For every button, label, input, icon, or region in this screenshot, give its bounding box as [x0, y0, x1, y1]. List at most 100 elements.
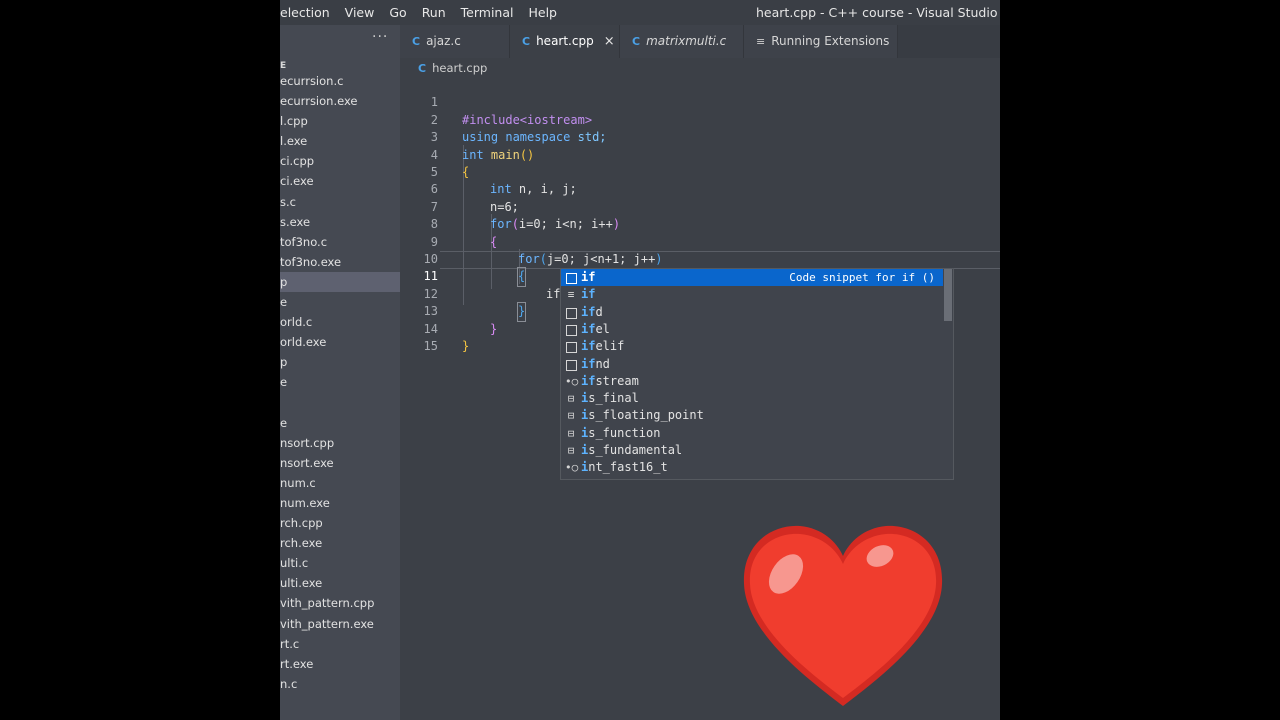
code-line: 11 if: [400, 251, 1000, 304]
close-icon[interactable]: ×: [604, 25, 615, 58]
suggestion-item[interactable]: ≡ if: [561, 286, 943, 303]
snippet-icon: [566, 359, 577, 371]
suggestion-match: if: [581, 339, 596, 354]
suggestion-item[interactable]: if Code snippet for if (): [561, 269, 943, 287]
menu-view[interactable]: View: [345, 5, 375, 20]
tab-running-extensions[interactable]: ≡ Running Extensions: [744, 25, 898, 58]
file-item[interactable]: p: [280, 352, 400, 372]
title-bar: election View Go Run Terminal Help heart…: [280, 0, 1000, 25]
explorer-sidebar: ··· E ecurrsion.c ecurrsion.exe l.cpp l.…: [280, 25, 400, 720]
code-text: }: [462, 339, 470, 353]
file-item[interactable]: ci.exe: [280, 171, 400, 191]
file-item[interactable]: ulti.exe: [280, 573, 400, 593]
code-line: 4 {: [400, 129, 1000, 179]
file-item[interactable]: s.c: [280, 192, 400, 212]
file-item-selected[interactable]: p: [280, 271, 400, 293]
file-tree: ecurrsion.c ecurrsion.exe l.cpp l.exe ci…: [280, 71, 400, 694]
suggestion-rest: elif: [595, 339, 625, 354]
file-item[interactable]: rt.c: [280, 634, 400, 654]
snippet-icon: [566, 273, 577, 284]
suggestion-match: if: [581, 304, 596, 319]
c-file-icon: C: [412, 35, 421, 48]
menu-help[interactable]: Help: [528, 5, 557, 20]
suggestion-rest: s_floating_point: [588, 408, 704, 423]
suggestion-match: if: [581, 373, 596, 388]
variable-icon: •○: [565, 461, 579, 475]
file-item[interactable]: ulti.c: [280, 553, 400, 573]
file-item[interactable]: ecurrsion.c: [280, 71, 400, 91]
struct-icon: ⊟: [567, 409, 575, 423]
suggestion-item[interactable]: •○ ifstream: [561, 373, 943, 390]
file-item[interactable]: rch.exe: [280, 533, 400, 553]
tab-heart-cpp[interactable]: C heart.cpp ×: [510, 25, 620, 58]
file-item[interactable]: nsort.exe: [280, 453, 400, 473]
menu-run[interactable]: Run: [422, 5, 446, 20]
file-item[interactable]: rch.cpp: [280, 513, 400, 533]
file-item[interactable]: s.exe: [280, 212, 400, 232]
file-item[interactable]: e: [280, 292, 400, 312]
suggestion-item[interactable]: ⊟ is_function: [561, 425, 943, 442]
code-line: 7 for(i=0; i<n; i++): [400, 181, 1000, 231]
suggestion-item[interactable]: ifnd: [561, 356, 943, 373]
file-item[interactable]: l.cpp: [280, 111, 400, 131]
variable-icon: •○: [565, 374, 579, 388]
file-item[interactable]: vith_pattern.cpp: [280, 593, 400, 613]
code-line: 1 #include<iostream>: [400, 77, 1000, 126]
cpp-file-icon: C: [418, 61, 427, 75]
file-item[interactable]: l.exe: [280, 131, 400, 151]
file-item[interactable]: num.exe: [280, 493, 400, 513]
suggestion-item[interactable]: ⊟ is_final: [561, 390, 943, 407]
code-line: 3 int main(): [400, 112, 1000, 161]
file-item[interactable]: orld.c: [280, 312, 400, 332]
struct-icon: ⊟: [567, 444, 575, 457]
suggestion-item[interactable]: ⊟ is_floating_point: [561, 407, 943, 424]
file-item[interactable]: n.c: [280, 674, 400, 694]
suggestion-rest: stream: [595, 373, 639, 388]
tab-matrixmulti-c[interactable]: C matrixmulti.c: [620, 25, 744, 58]
snippet-icon: [566, 342, 577, 354]
suggestion-item[interactable]: ifel: [561, 321, 943, 338]
window-title: heart.cpp - C++ course - Visual Studio C…: [756, 5, 1000, 20]
suggestion-item[interactable]: •○ int_fast16_t: [561, 459, 943, 476]
suggestion-item[interactable]: ifelif: [561, 338, 943, 355]
snippet-icon: [566, 307, 577, 319]
file-item[interactable]: tof3no.c: [280, 232, 400, 252]
more-actions-icon[interactable]: ···: [372, 29, 388, 45]
snippet-icon: [566, 324, 577, 336]
list-icon: ≡: [756, 35, 766, 48]
file-item[interactable]: tof3no.exe: [280, 252, 400, 272]
editor-tabs: C ajaz.c C heart.cpp × C matrixmulti.c ≡…: [400, 25, 1000, 58]
file-item[interactable]: num.c: [280, 473, 400, 493]
tab-label: Running Extensions: [771, 34, 890, 48]
vscode-window: election View Go Run Terminal Help heart…: [280, 0, 1000, 720]
explorer-section-header[interactable]: E: [280, 61, 286, 71]
menu-terminal[interactable]: Terminal: [461, 5, 514, 20]
file-item[interactable]: e: [280, 372, 400, 392]
line-number: 15: [423, 339, 438, 353]
suggestion-item[interactable]: ifd: [561, 304, 943, 321]
breadcrumb[interactable]: C heart.cpp: [418, 60, 487, 76]
suggestion-detail: Code snippet for if (): [789, 271, 935, 284]
suggestion-rest: d: [595, 304, 603, 319]
suggestion-rest: s_function: [588, 425, 661, 440]
tab-ajaz-c[interactable]: C ajaz.c: [400, 25, 510, 58]
file-item[interactable]: rt.exe: [280, 654, 400, 674]
suggestion-item[interactable]: ⊟ is_fundamental: [561, 442, 943, 459]
file-item[interactable]: orld.exe: [280, 332, 400, 352]
file-item[interactable]: ci.cpp: [280, 151, 400, 171]
file-item[interactable]: [280, 393, 400, 413]
code-line: 2 using namespace std;: [400, 94, 1000, 144]
file-item[interactable]: vith_pattern.exe: [280, 614, 400, 634]
file-item[interactable]: nsort.cpp: [280, 433, 400, 453]
suggestion-widget: if Code snippet for if () ≡ if ifd ifel …: [560, 268, 954, 480]
file-item[interactable]: e: [280, 413, 400, 433]
breadcrumb-file: heart.cpp: [432, 61, 488, 75]
suggestion-scrollbar[interactable]: [944, 269, 952, 321]
menu-go[interactable]: Go: [389, 5, 406, 20]
menu-bar: election View Go Run Terminal Help: [280, 0, 572, 25]
suggestion-match: if: [581, 321, 596, 336]
menu-selection[interactable]: election: [280, 5, 330, 20]
suggestion-match: if: [581, 270, 596, 284]
file-item[interactable]: ecurrsion.exe: [280, 91, 400, 111]
suggestion-rest: s_fundamental: [588, 443, 683, 457]
